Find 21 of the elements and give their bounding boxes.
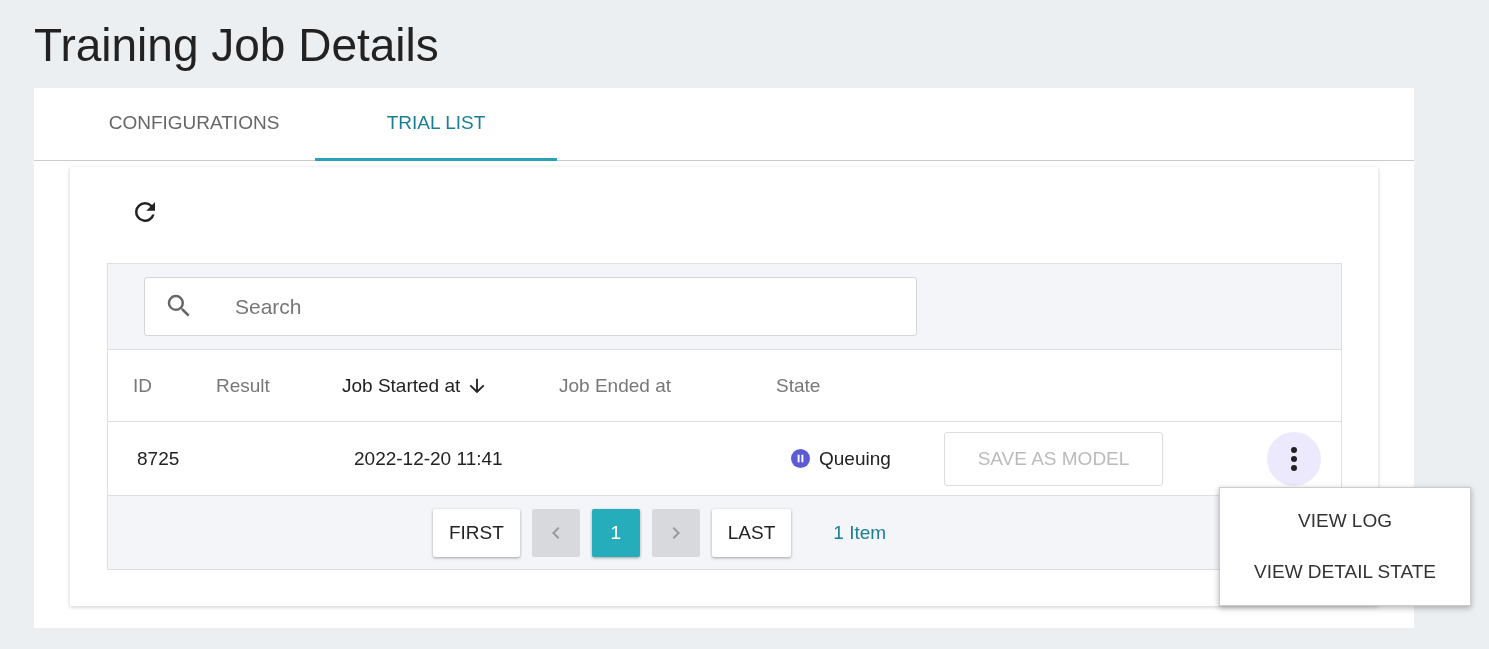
- menu-item[interactable]: VIEW DETAIL STATE: [1220, 548, 1470, 596]
- table-cell: 8725: [137, 447, 180, 470]
- search-field[interactable]: Search: [144, 277, 917, 336]
- tab[interactable]: TRIAL LIST: [315, 88, 557, 161]
- page-number-button[interactable]: 1: [591, 508, 640, 557]
- chevron-left-icon: [551, 526, 560, 539]
- column-header[interactable]: Job Started at: [342, 374, 461, 397]
- page-button[interactable]: FIRST: [432, 508, 520, 557]
- status-text: Queuing: [819, 447, 891, 470]
- tab[interactable]: CONFIGURATIONS: [73, 88, 315, 161]
- page-title: Training Job Details: [34, 18, 440, 73]
- column-header[interactable]: Result: [216, 374, 270, 397]
- page-button[interactable]: LAST: [711, 508, 792, 557]
- column-header[interactable]: Job Ended at: [559, 374, 671, 397]
- chevron-right-icon: [672, 526, 680, 539]
- column-header[interactable]: State: [776, 374, 821, 397]
- table-cell: 2022-12-20 11:41: [354, 447, 503, 470]
- menu-item[interactable]: VIEW LOG: [1220, 497, 1470, 545]
- column-header[interactable]: ID: [133, 374, 152, 397]
- item-count: 1 Item: [833, 521, 887, 544]
- more-options-icon[interactable]: [1267, 431, 1321, 486]
